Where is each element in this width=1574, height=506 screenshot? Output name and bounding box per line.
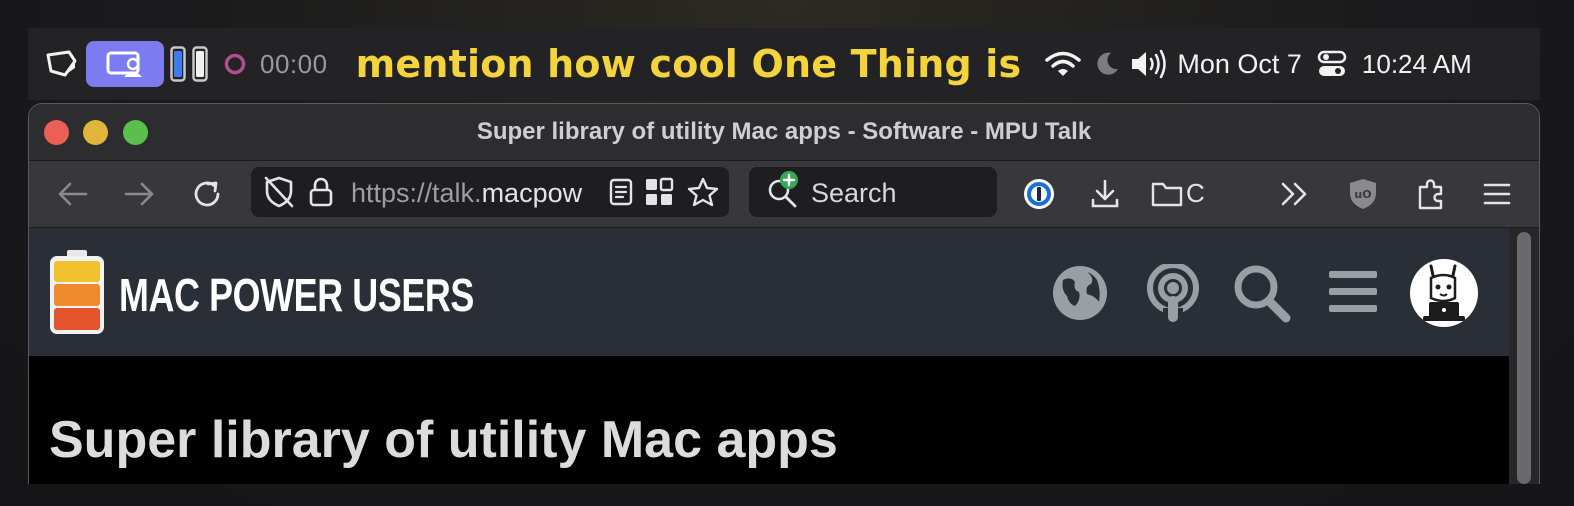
search-icon[interactable]: [1233, 264, 1291, 329]
password-manager-icon[interactable]: [1021, 176, 1057, 212]
overflow-chevron-icon[interactable]: [1277, 176, 1313, 212]
volume-icon[interactable]: [1129, 49, 1169, 79]
wifi-icon[interactable]: [1045, 49, 1082, 79]
search-box[interactable]: Search: [749, 167, 997, 217]
screen-sharing-icon[interactable]: [86, 41, 164, 87]
reload-button[interactable]: [189, 176, 225, 212]
battery-meter-icon[interactable]: [170, 46, 186, 82]
user-avatar-llama-icon[interactable]: [1409, 258, 1479, 333]
search-placeholder: Search: [811, 178, 897, 208]
menubar-clock[interactable]: 10:24 AM: [1362, 49, 1472, 80]
menu-bar: 00:00 mention how cool One Thing is Mon …: [28, 28, 1540, 100]
control-center-icon[interactable]: [1316, 49, 1348, 79]
forward-button[interactable]: [122, 176, 158, 212]
topic-title[interactable]: Super library of utility Mac apps: [49, 410, 838, 470]
search-engine-icon[interactable]: [765, 171, 801, 208]
browser-window: Super library of utility Mac apps - Soft…: [28, 103, 1540, 484]
extensions-icon[interactable]: [1413, 176, 1449, 212]
scrollbar-thumb[interactable]: [1517, 232, 1531, 484]
back-button[interactable]: [54, 176, 90, 212]
browser-toolbar: https://talk.macpow Search C uO: [29, 161, 1539, 228]
title-bar: Super library of utility Mac apps - Soft…: [29, 104, 1539, 161]
site-header: MAC POWER USERS: [29, 228, 1509, 356]
bookmark-star-icon[interactable]: [685, 174, 721, 210]
podcast-icon[interactable]: [1145, 262, 1201, 329]
focus-moon-icon[interactable]: [1093, 50, 1121, 78]
folder-icon[interactable]: [1149, 176, 1185, 212]
lock-icon[interactable]: [303, 174, 339, 210]
url-bar[interactable]: https://talk.macpow: [251, 167, 729, 217]
memory-meter-icon[interactable]: [192, 46, 208, 82]
site-logo-text[interactable]: MAC POWER USERS: [119, 268, 474, 322]
url-text[interactable]: https://talk.macpow: [351, 178, 593, 209]
folder-bookmark-label[interactable]: C: [1186, 178, 1205, 209]
battery-logo-icon[interactable]: [47, 248, 107, 341]
page-content: Super library of utility Mac apps: [29, 356, 1509, 484]
reader-view-icon[interactable]: [603, 174, 639, 210]
menubar-date[interactable]: Mon Oct 7: [1177, 49, 1302, 80]
ublock-origin-icon[interactable]: uO: [1345, 176, 1381, 212]
hamburger-menu-icon[interactable]: [1479, 176, 1515, 212]
grid-icon[interactable]: [641, 174, 677, 210]
one-thing-reminder[interactable]: mention how cool One Thing is: [356, 42, 1022, 86]
tracking-protection-icon[interactable]: [261, 174, 297, 210]
svg-text:uO: uO: [1354, 188, 1371, 201]
downloads-icon[interactable]: [1087, 176, 1123, 212]
timer-ring-icon[interactable]: [224, 53, 246, 75]
window-manager-icon[interactable]: [42, 44, 82, 84]
timer-readout[interactable]: 00:00: [260, 49, 328, 80]
globe-icon[interactable]: [1051, 264, 1109, 327]
hamburger-menu-icon[interactable]: [1327, 268, 1379, 321]
window-title: Super library of utility Mac apps - Soft…: [476, 118, 1092, 145]
